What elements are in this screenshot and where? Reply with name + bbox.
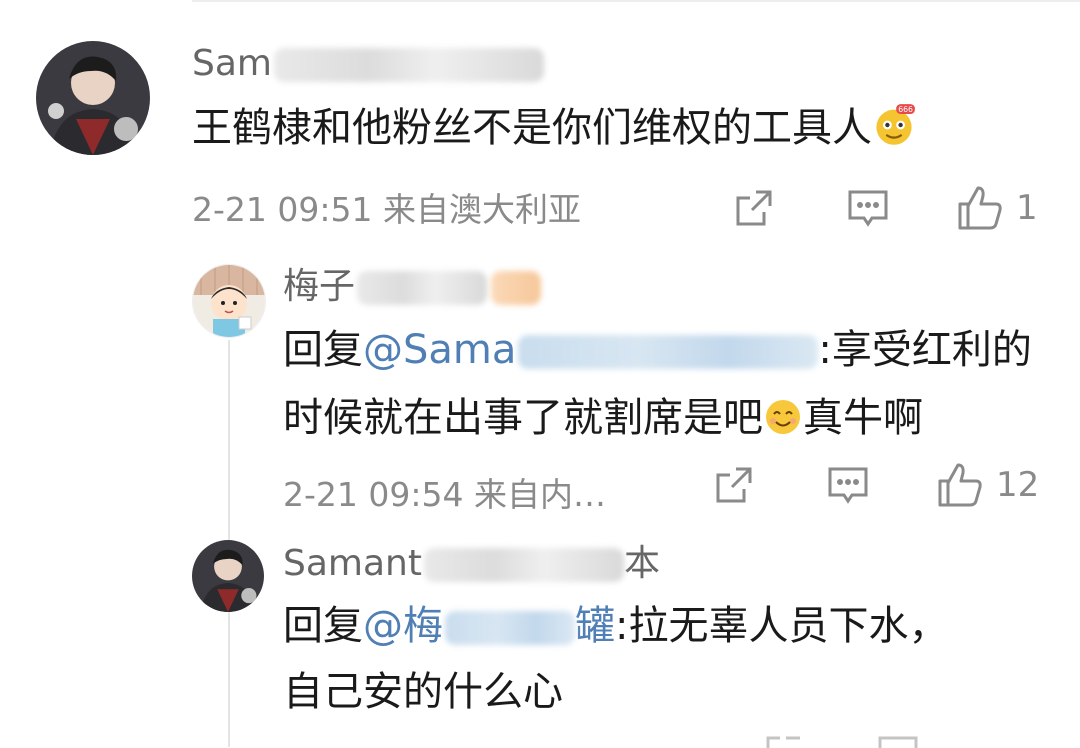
- like-button[interactable]: 12: [936, 461, 1039, 509]
- reply-mention[interactable]: @梅 罐: [363, 603, 615, 649]
- avatar[interactable]: [36, 41, 150, 155]
- share-icon: [766, 736, 800, 748]
- like-button[interactable]: 1: [956, 184, 1038, 232]
- reply-prefix: 回复: [283, 327, 363, 373]
- reply-username[interactable]: 梅子: [283, 265, 542, 309]
- username-suffix: 本: [623, 543, 660, 584]
- reply-text: 回复@Sama :享受红利的: [283, 316, 1032, 384]
- reply-username[interactable]: Samant 本: [283, 542, 660, 586]
- reply-line1: :拉无辜人员下水，: [615, 603, 949, 649]
- username-text: Samant: [283, 543, 422, 584]
- comment-body: 王鹤棣和他粉丝不是你们维权的工具人: [192, 105, 872, 151]
- comment-meta: 2-21 09:51 来自澳大利亚: [192, 190, 581, 230]
- redacted-username: [357, 271, 488, 305]
- emoji-smile-icon: [766, 400, 800, 434]
- reply-meta: 2-21 09:54 来自内…: [283, 475, 606, 515]
- comment-icon: [848, 190, 888, 227]
- comment-icon: [878, 736, 918, 748]
- reply-time: 09:54: [368, 475, 464, 514]
- reply-line2: 时候就在出事了就割席是吧: [283, 395, 763, 441]
- redacted-mention: [518, 335, 819, 369]
- avatar[interactable]: [192, 540, 264, 612]
- reply-text: 回复@梅 罐:拉无辜人员下水，: [283, 592, 948, 660]
- mention-text: @Sama: [363, 327, 517, 373]
- reply-line2: 自己安的什么心: [283, 669, 563, 715]
- like-count: 12: [996, 465, 1040, 505]
- comment-date: 2-21: [192, 190, 267, 229]
- redacted-badge: [491, 271, 542, 305]
- comment-icon: [828, 467, 868, 504]
- username-text: Sam: [192, 43, 272, 84]
- share-button[interactable]: [732, 186, 776, 230]
- comment-button[interactable]: [826, 463, 870, 507]
- redacted-username: [423, 548, 624, 582]
- reply-date: 2-21: [283, 475, 358, 514]
- username-text: 梅子: [283, 266, 356, 307]
- reply-line3: 真牛啊: [803, 395, 923, 441]
- emoji-666-icon: 666: [876, 104, 915, 145]
- share-icon: [736, 190, 772, 226]
- redacted-username: [273, 48, 544, 82]
- share-button[interactable]: [712, 463, 756, 507]
- avatar[interactable]: [192, 264, 266, 338]
- comment-button[interactable]: [846, 186, 890, 230]
- mention-text: @梅: [363, 603, 443, 649]
- reply-location: 来自内…: [474, 475, 607, 514]
- comment-time: 09:51: [277, 190, 373, 229]
- svg-text:666: 666: [898, 105, 913, 114]
- top-divider: [192, 0, 1080, 2]
- share-icon: [716, 467, 752, 503]
- like-count: 1: [1016, 188, 1038, 228]
- like-icon: [958, 186, 1002, 230]
- like-icon: [938, 463, 982, 507]
- comment-text: 王鹤棣和他粉丝不是你们维权的工具人 666: [192, 94, 916, 162]
- reply-text-line2: 时候就在出事了就割席是吧 真牛啊: [283, 384, 923, 452]
- reply-prefix: 回复: [283, 603, 363, 649]
- reply-mention[interactable]: @Sama: [363, 327, 819, 373]
- reply-text-line2: 自己安的什么心: [283, 658, 563, 726]
- redacted-mention: [445, 611, 575, 645]
- comment-location: 来自澳大利亚: [383, 190, 582, 229]
- comment-username[interactable]: Sam: [192, 42, 544, 86]
- reply-line1: :享受红利的: [818, 327, 1032, 373]
- mention-suffix: 罐: [575, 603, 615, 649]
